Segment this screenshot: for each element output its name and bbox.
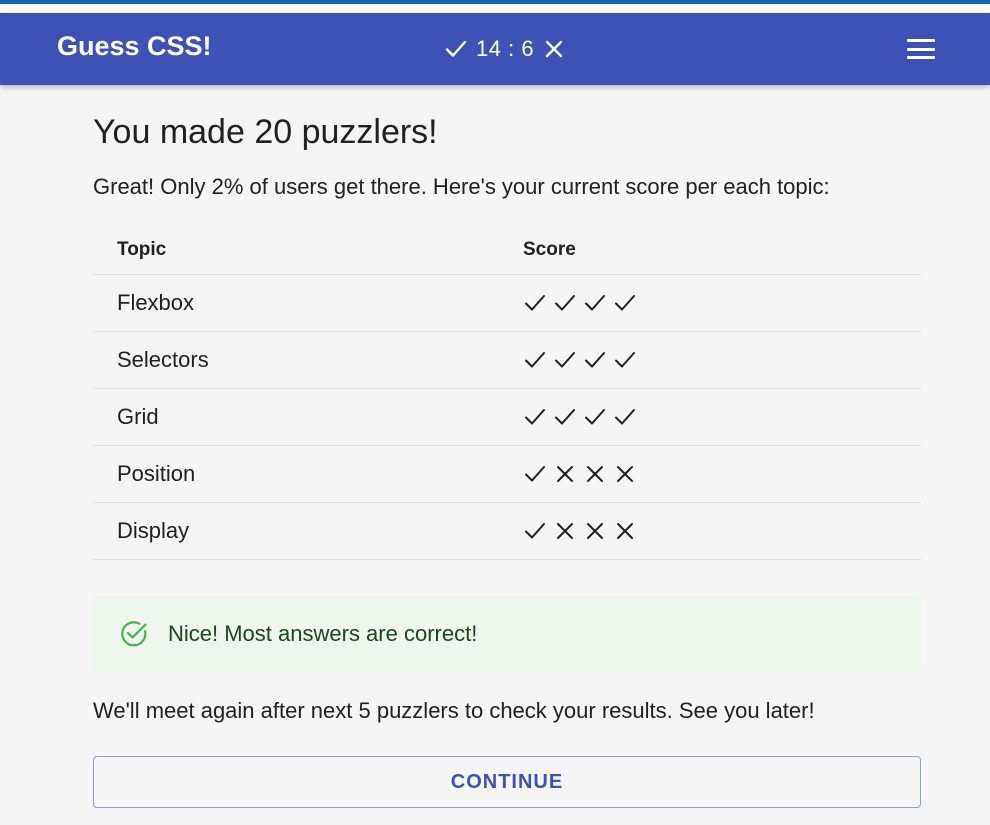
check-circle-icon [121,620,147,646]
top-strip [0,0,990,14]
cross-icon [557,465,573,482]
check-icon [585,408,605,424]
close-icon [542,37,566,61]
score-table: Topic Score Flexbox Selectors Grid Position… [93,226,921,560]
check-icon [555,408,575,424]
score-separator: : [508,36,515,61]
alert-message: Nice! Most answers are correct! [168,620,478,646]
check-icon [615,408,635,424]
topic-cell: Display [93,502,499,560]
check-icon [525,522,545,538]
success-alert: Nice! Most answers are correct! [93,596,921,671]
topic-cell: Selectors [93,331,499,389]
score-marks [523,405,921,429]
app-bar: Guess CSS! 14 : 6 [0,13,990,85]
menu-line [907,39,935,42]
app-title: Guess CSS! [57,31,212,61]
check-icon [525,294,545,310]
page-subtitle: Great! Only 2% of users get there. Here'… [93,174,830,199]
continue-button[interactable]: CONTINUE [93,756,921,808]
outro-text: We'll meet again after next 5 puzzlers t… [93,698,815,723]
main-content: You made 20 puzzlers! Great! Only 2% of … [93,100,921,808]
score-marks [523,348,921,372]
menu-line [907,47,935,51]
column-header-score: Score [499,226,921,275]
check-icon [615,351,635,367]
table-row: Position [93,445,921,503]
table-row: Flexbox [93,274,921,332]
score-marks [523,291,921,315]
score-cell [499,331,921,389]
table-row: Selectors [93,331,921,389]
cross-icon [587,465,603,482]
score-cell [499,502,921,560]
check-icon [585,294,605,310]
topic-cell: Grid [93,388,499,446]
menu-line [907,56,935,59]
check-icon [555,351,575,367]
cross-icon [617,522,633,539]
topic-cell: Position [93,445,499,503]
table-row: Display [93,502,921,560]
score-marks [523,462,921,486]
score-counter: 14 : 6 [444,35,566,63]
cross-icon [587,522,603,539]
check-icon [444,37,468,61]
page-title: You made 20 puzzlers! [93,113,438,151]
score-cell [499,388,921,446]
check-icon [525,408,545,424]
cross-icon [617,465,633,482]
score-cell [499,445,921,503]
column-header-topic: Topic [93,226,499,275]
topic-cell: Flexbox [93,274,499,332]
wrong-count: 6 [521,36,535,61]
score-cell [499,274,921,332]
cross-icon [557,522,573,539]
check-icon [555,294,575,310]
check-icon [525,465,545,481]
correct-count: 14 [476,36,502,61]
score-text: 14 : 6 [476,36,534,62]
score-marks [523,519,921,543]
check-icon [525,351,545,367]
top-accent-line [0,0,990,4]
check-icon [615,294,635,310]
table-row: Grid [93,388,921,446]
check-icon [585,351,605,367]
table-header-row: Topic Score [93,226,921,275]
hamburger-menu-icon[interactable] [905,36,937,62]
